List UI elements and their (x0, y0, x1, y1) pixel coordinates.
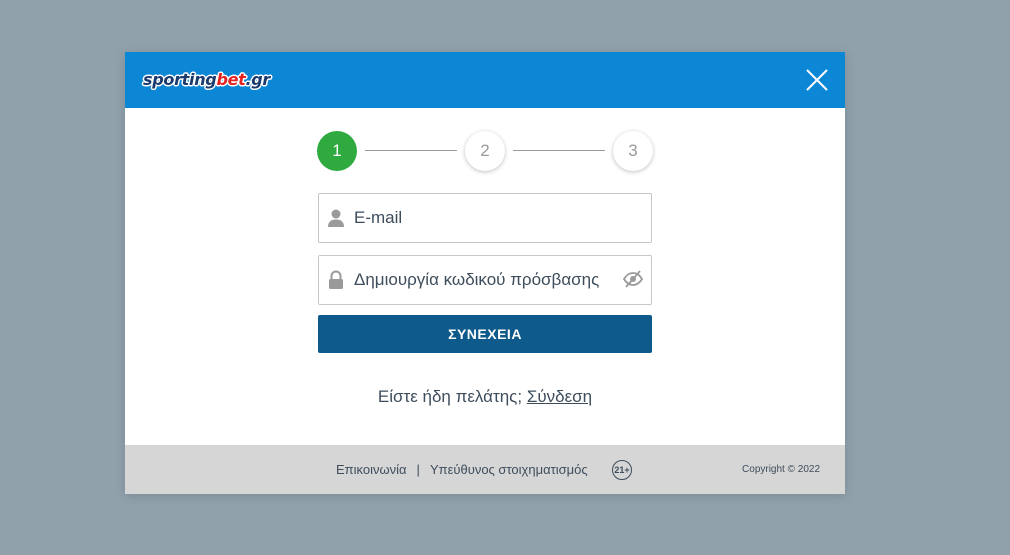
footer-separator: | (416, 462, 420, 477)
existing-customer-row: Είστε ήδη πελάτης; Σύνδεση (125, 387, 845, 407)
user-icon (328, 209, 344, 227)
responsible-gambling-link[interactable]: Υπεύθυνος στοιχηματισμός (430, 462, 588, 477)
existing-customer-question: Είστε ήδη πελάτης; (377, 387, 523, 406)
step-3: 3 (613, 131, 653, 171)
contact-link[interactable]: Επικοινωνία (336, 462, 407, 477)
footer-links: Επικοινωνία | Υπεύθυνος στοιχηματισμός (336, 462, 588, 477)
registration-modal: sportingbet.gr 1 2 3 ΣΥΝΕΧΕΙΑ (125, 52, 845, 494)
continue-button[interactable]: ΣΥΝΕΧΕΙΑ (318, 315, 652, 353)
step-connector-1 (365, 150, 457, 151)
step-1: 1 (317, 131, 357, 171)
close-icon[interactable] (803, 66, 831, 94)
password-field (318, 255, 652, 305)
age-21-badge-icon: 21+ (612, 460, 632, 480)
password-input[interactable] (354, 256, 614, 304)
login-link[interactable]: Σύνδεση (527, 387, 592, 406)
eye-slash-icon[interactable] (623, 269, 643, 289)
progress-steps: 1 2 3 (316, 131, 655, 173)
email-field (318, 193, 652, 243)
logo-text-bet: bet (216, 70, 246, 89)
step-2: 2 (465, 131, 505, 171)
email-input[interactable] (354, 194, 614, 242)
lock-icon (329, 270, 343, 289)
logo-text-domain: .gr (245, 70, 271, 89)
sportingbet-logo: sportingbet.gr (143, 68, 270, 92)
copyright-text: Copyright © 2022 (742, 464, 820, 475)
modal-footer: Επικοινωνία | Υπεύθυνος στοιχηματισμός 21+… (125, 445, 845, 494)
logo-text-sporting: sporting (143, 70, 217, 89)
modal-header: sportingbet.gr (125, 52, 845, 108)
step-connector-2 (513, 150, 605, 151)
